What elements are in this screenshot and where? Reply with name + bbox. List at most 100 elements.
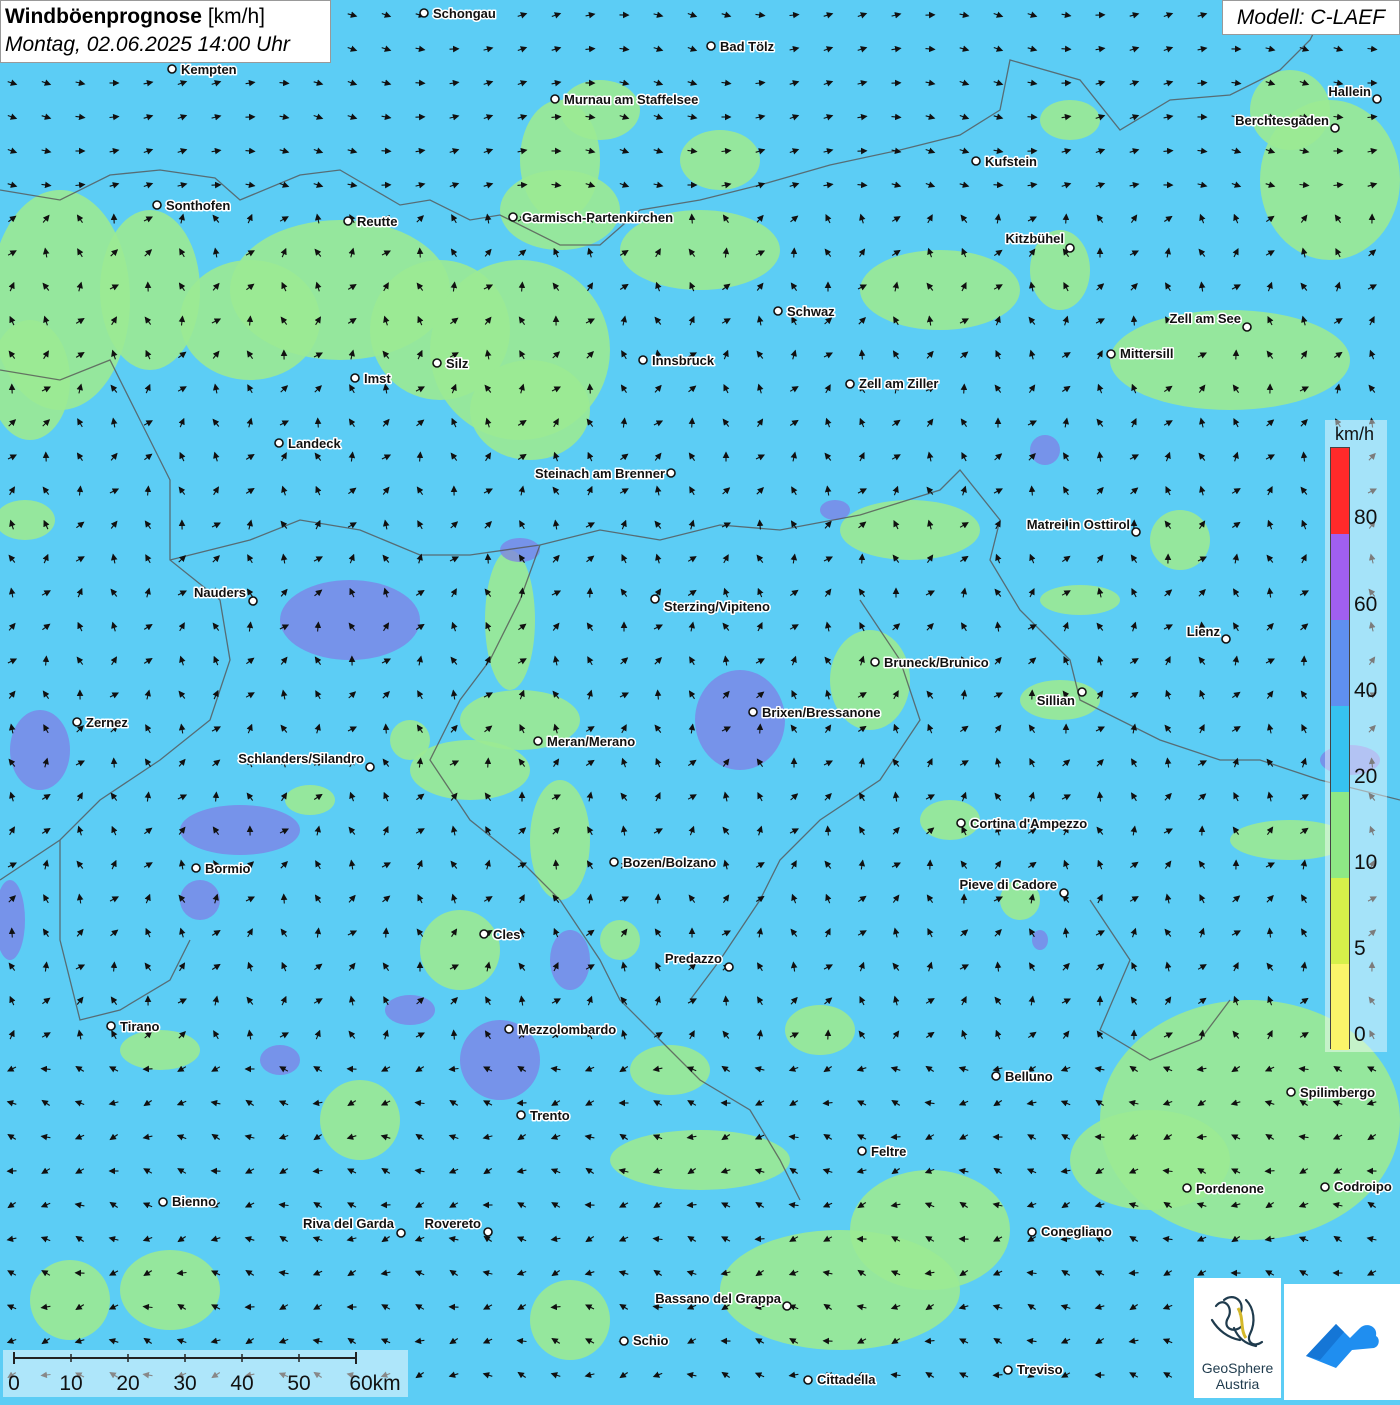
legend-label-20: 20 xyxy=(1354,765,1377,789)
forecast-datetime: Montag, 02.06.2025 14:00 Uhr xyxy=(5,31,326,59)
city-label: Predazzo xyxy=(665,951,722,966)
legend-seg-blue xyxy=(1331,620,1349,706)
geosphere-logo[interactable]: GeoSphere Austria xyxy=(1194,1278,1281,1398)
city-marker[interactable]: Mezzolombardo xyxy=(505,1022,616,1037)
city-label: Pordenone xyxy=(1196,1181,1264,1196)
city-label: Schlanders/Silandro xyxy=(238,751,364,766)
legend-bar xyxy=(1330,447,1350,1049)
calm-wind-patch xyxy=(410,740,530,800)
wind-arrow xyxy=(318,419,319,428)
city-label: Cles xyxy=(493,927,520,942)
legend-seg-red xyxy=(1331,448,1349,534)
city-label: Codroipo xyxy=(1334,1179,1392,1194)
city-dot xyxy=(1078,688,1086,696)
wind-arrow xyxy=(692,419,693,428)
wind-gust-map[interactable]: SchongauBad TölzKemptenMurnau am Staffel… xyxy=(0,0,1400,1400)
wind-arrow xyxy=(756,1239,765,1240)
city-marker[interactable]: Meran/Merano xyxy=(534,734,635,749)
calm-wind-patch xyxy=(285,785,335,815)
legend-seg-purple xyxy=(1331,534,1349,620)
map-title-box: Windböenprognose [km/h] Montag, 02.06.20… xyxy=(0,0,331,63)
city-dot xyxy=(774,307,782,315)
city-marker[interactable]: Zell am Ziller xyxy=(846,376,938,391)
city-dot xyxy=(1183,1184,1191,1192)
wind-arrow xyxy=(284,895,285,904)
wind-arrow xyxy=(386,929,387,938)
strong-wind-patch xyxy=(820,500,850,520)
city-dot xyxy=(551,95,559,103)
city-marker[interactable]: Bruneck/Brunico xyxy=(871,655,989,670)
title-bold: Windböenprognose xyxy=(5,5,202,28)
wind-arrow xyxy=(964,385,965,394)
calm-wind-patch xyxy=(840,500,980,560)
geosphere-logo-line1: GeoSphere xyxy=(1194,1360,1281,1376)
city-dot xyxy=(639,356,647,364)
strong-wind-patch xyxy=(180,805,300,855)
calm-wind-patch xyxy=(530,1280,610,1360)
city-label: Cittadella xyxy=(817,1372,876,1387)
city-dot xyxy=(1004,1366,1012,1374)
city-label: Zell am Ziller xyxy=(859,376,938,391)
calm-wind-patch xyxy=(1040,100,1100,140)
city-label: Berchtesgaden xyxy=(1235,113,1329,128)
calm-wind-patch xyxy=(30,1260,110,1340)
city-label: Pieve di Cadore xyxy=(959,877,1057,892)
calm-wind-patch xyxy=(120,1030,200,1070)
legend-label-80: 80 xyxy=(1354,506,1377,530)
wind-arrow xyxy=(420,249,421,258)
city-label: Sonthofen xyxy=(166,198,230,213)
calm-wind-patch xyxy=(720,1230,960,1350)
city-marker[interactable]: Spilimbergo xyxy=(1287,1085,1375,1100)
city-marker[interactable]: Bozen/Bolzano xyxy=(610,855,716,870)
city-marker[interactable]: Murnau am Staffelsee xyxy=(551,92,698,107)
city-dot xyxy=(749,708,757,716)
city-dot xyxy=(505,1025,513,1033)
calm-wind-patch xyxy=(1040,585,1120,615)
city-label: Treviso xyxy=(1017,1362,1063,1377)
city-marker[interactable]: Pordenone xyxy=(1183,1181,1264,1196)
calm-wind-patch xyxy=(470,360,590,460)
wind-arrow xyxy=(760,725,761,734)
city-label: Feltre xyxy=(871,1144,906,1159)
legend-seg-lime xyxy=(1331,878,1349,964)
city-label: Kempten xyxy=(181,62,237,77)
city-marker[interactable]: Conegliano xyxy=(1028,1224,1112,1239)
city-dot xyxy=(517,1111,525,1119)
city-dot xyxy=(1321,1183,1329,1191)
wind-arrow xyxy=(1130,1273,1139,1274)
strong-wind-patch xyxy=(695,670,785,770)
strong-wind-patch xyxy=(550,930,590,990)
city-label: Lienz xyxy=(1187,624,1221,639)
city-dot xyxy=(73,718,81,726)
city-label: Bormio xyxy=(205,861,251,876)
city-label: Cortina d'Ampezzo xyxy=(970,816,1087,831)
city-marker[interactable]: Cortina d'Ampezzo xyxy=(957,816,1087,831)
city-dot xyxy=(667,469,675,477)
weather-app-icon xyxy=(1284,1284,1400,1400)
wind-arrow xyxy=(382,151,391,152)
city-dot xyxy=(651,595,659,603)
city-marker[interactable]: Garmisch-Partenkirchen xyxy=(509,210,673,225)
city-dot xyxy=(351,374,359,382)
app-logo[interactable] xyxy=(1284,1284,1400,1400)
city-dot xyxy=(107,1022,115,1030)
legend-seg-cyan xyxy=(1331,706,1349,792)
city-label: Hallein xyxy=(1328,84,1371,99)
calm-wind-patch xyxy=(860,250,1020,330)
wind-arrow xyxy=(590,589,591,598)
calm-wind-patch xyxy=(390,720,430,760)
city-dot xyxy=(397,1229,405,1237)
city-label: Mittersill xyxy=(1120,346,1173,361)
city-label: Garmisch-Partenkirchen xyxy=(522,210,673,225)
city-label: Kitzbühel xyxy=(1006,231,1065,246)
city-marker[interactable]: Brixen/Bressanone xyxy=(749,705,881,720)
city-label: Bozen/Bolzano xyxy=(623,855,716,870)
scale-label-10: 10 xyxy=(59,1372,82,1396)
city-dot xyxy=(192,864,200,872)
city-marker[interactable]: Steinach am Brenner xyxy=(535,466,675,481)
wind-arrow xyxy=(1062,49,1071,50)
city-dot xyxy=(871,658,879,666)
city-dot xyxy=(725,963,733,971)
city-dot xyxy=(509,213,517,221)
city-dot xyxy=(484,1228,492,1236)
